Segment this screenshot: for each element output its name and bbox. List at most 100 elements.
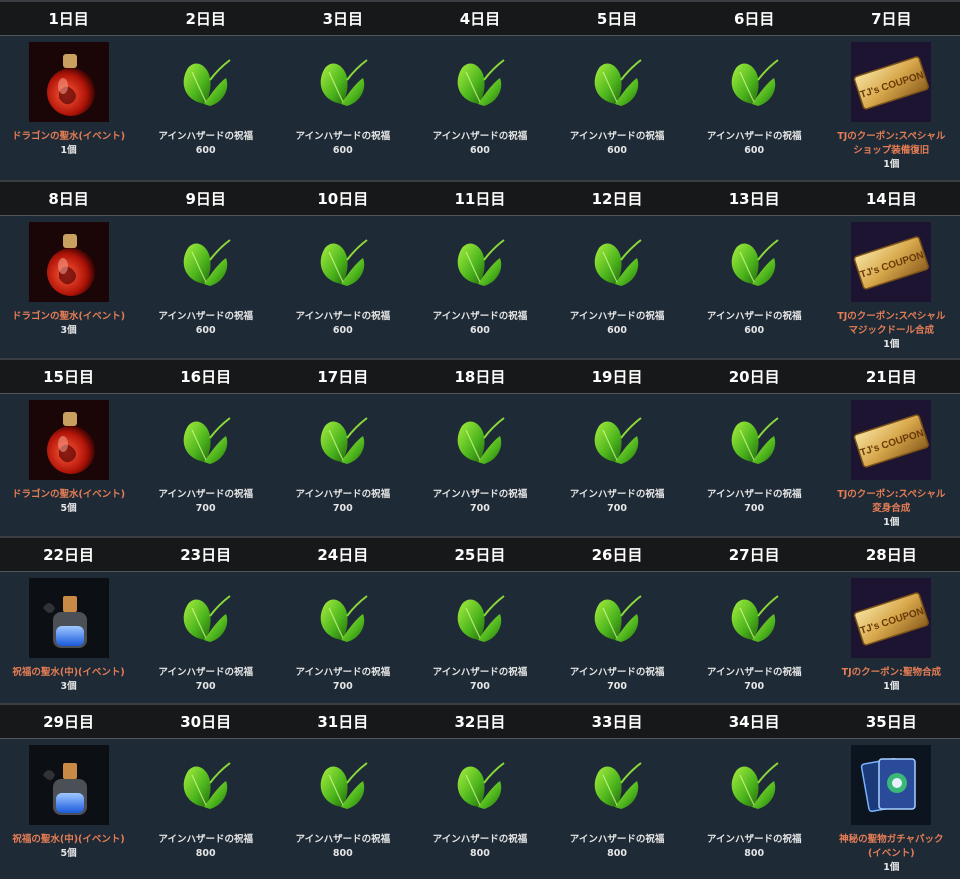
leaf-icon (166, 42, 246, 122)
reward-cell[interactable]: アインハザードの祝福 800 (686, 739, 823, 879)
reward-cell[interactable]: TJ's COUPON TJのクーポン:スペシャル 変身合成 1個 (823, 394, 960, 536)
reward-cell[interactable]: アインハザードの祝福 800 (137, 739, 274, 879)
day-label: 26日目 (591, 546, 643, 564)
reward-cell[interactable]: アインハザードの祝福 700 (274, 394, 411, 536)
card-pack-icon (851, 745, 932, 825)
coupon-icon: TJ's COUPON (851, 400, 932, 480)
leaf-icon (714, 745, 794, 825)
reward-cell[interactable]: TJ's COUPON TJのクーポン:聖物合成 1個 (823, 572, 960, 703)
reward-item-name-line: TJのクーポン:スペシャル (837, 311, 946, 322)
reward-item-name: アインハザードの祝福 (158, 311, 253, 322)
day-label: 27日目 (728, 546, 780, 564)
reward-quantity: 600 (607, 145, 627, 156)
day-label: 31日目 (317, 713, 369, 731)
reward-cell[interactable]: アインハザードの祝福 700 (411, 394, 548, 536)
coupon-icon: TJ's COUPON (851, 578, 932, 658)
reward-cell[interactable]: アインハザードの祝福 700 (137, 572, 274, 703)
login-bonus-calendar: 1日目 2日目 3日目 4日目 5日目 6日目 7日目 ドラゴンの聖水(イベント) 1個 アイ… (0, 0, 960, 879)
day-label: 11日目 (454, 190, 506, 208)
reward-quantity: 800 (332, 848, 353, 859)
reward-cell[interactable]: アインハザードの祝福 600 (274, 216, 411, 358)
reward-item-name: アインハザードの祝福 (706, 834, 802, 845)
day-label: 19日目 (591, 368, 643, 386)
reward-cell[interactable]: アインハザードの祝福 600 (686, 36, 823, 180)
reward-item-name-line: マジックドール合成 (848, 325, 935, 336)
leaf-icon (577, 400, 657, 480)
reward-row: ドラゴンの聖水(イベント) 3個 アインハザードの祝福 600 アインハザードの祝福… (0, 216, 960, 358)
leaf-icon (166, 400, 246, 480)
reward-cell[interactable]: アインハザードの祝福 700 (274, 572, 411, 703)
reward-item-name: アインハザードの祝福 (706, 131, 802, 142)
day-label: 16日目 (180, 368, 232, 386)
leaf-icon (303, 400, 383, 480)
week-block: 29日目 30日目 31日目 32日目 33日目 34日目 35日目 祝福の聖水(中)(イベ… (0, 703, 960, 879)
day-label: 24日目 (317, 546, 369, 564)
day-label: 14日目 (865, 190, 917, 208)
reward-cell[interactable]: アインハザードの祝福 700 (411, 572, 548, 703)
reward-cell[interactable]: アインハザードの祝福 600 (137, 216, 274, 358)
reward-item-name: アインハザードの祝福 (158, 489, 253, 500)
blessed-holy-water-icon (28, 578, 109, 658)
leaf-icon (440, 222, 520, 302)
reward-cell[interactable]: TJ's COUPON TJのクーポン:スペシャル マジックドール合成 1個 (823, 216, 960, 358)
reward-item-name: アインハザードの祝福 (569, 834, 665, 845)
leaf-icon (577, 578, 657, 658)
reward-quantity: 600 (744, 325, 765, 336)
day-label: 22日目 (43, 546, 94, 564)
reward-cell[interactable]: TJ's COUPON TJのクーポン:スペシャル ショップ装備復旧 1個 (823, 36, 960, 180)
reward-cell[interactable]: ドラゴンの聖水(イベント) 5個 (0, 394, 137, 536)
reward-cell[interactable]: アインハザードの祝福 700 (686, 572, 823, 703)
reward-cell[interactable]: アインハザードの祝福 600 (549, 36, 686, 180)
reward-cell[interactable]: アインハザードの祝福 700 (549, 394, 686, 536)
day-label: 29日目 (43, 713, 94, 731)
blessed-holy-water-icon (28, 745, 109, 825)
leaf-icon (577, 745, 657, 825)
day-label: 4日目 (459, 10, 501, 28)
day-header-row: 29日目 30日目 31日目 32日目 33日目 34日目 35日目 (0, 703, 960, 739)
coupon-icon: TJ's COUPON (851, 42, 932, 122)
reward-item-name: TJのクーポン:スペシャル 変身合成 (837, 488, 945, 516)
reward-quantity: 1個 (883, 681, 900, 692)
reward-cell[interactable]: アインハザードの祝福 800 (549, 739, 686, 879)
reward-cell[interactable]: アインハザードの祝福 600 (686, 216, 823, 358)
reward-quantity: 800 (470, 848, 490, 859)
reward-item-name: ドラゴンの聖水(イベント) (11, 311, 126, 322)
reward-quantity: 600 (470, 145, 490, 156)
day-header-row: 22日目 23日目 24日目 25日目 26日目 27日目 28日目 (0, 536, 960, 572)
week-block: 1日目 2日目 3日目 4日目 5日目 6日目 7日目 ドラゴンの聖水(イベント) 1個 アイ… (0, 0, 960, 180)
week-block: 15日目 16日目 17日目 18日目 19日目 20日目 21日目 ドラゴンの聖水(イベン… (0, 358, 960, 536)
leaf-icon (714, 42, 794, 122)
reward-quantity: 600 (470, 325, 490, 336)
reward-cell[interactable]: アインハザードの祝福 600 (274, 36, 411, 180)
reward-cell[interactable]: ドラゴンの聖水(イベント) 1個 (0, 36, 137, 180)
reward-row: ドラゴンの聖水(イベント) 1個 アインハザードの祝福 600 アインハザードの祝福… (0, 36, 960, 180)
reward-cell[interactable]: アインハザードの祝福 600 (411, 216, 548, 358)
reward-quantity: 600 (332, 325, 353, 336)
reward-cell[interactable]: ドラゴンの聖水(イベント) 3個 (0, 216, 137, 358)
leaf-icon (166, 222, 246, 302)
dragon-holy-water-icon (28, 222, 109, 302)
day-label: 8日目 (48, 190, 89, 208)
reward-quantity: 700 (195, 503, 216, 514)
reward-quantity: 700 (332, 503, 353, 514)
leaf-icon (714, 222, 794, 302)
reward-item-name-line: ショップ装備復旧 (853, 145, 930, 156)
reward-cell[interactable]: アインハザードの祝福 700 (549, 572, 686, 703)
reward-cell[interactable]: 神秘の聖物ガチャパック (イベント) 1個 (823, 739, 960, 879)
reward-cell[interactable]: 祝福の聖水(中)(イベント) 5個 (0, 739, 137, 879)
reward-cell[interactable]: アインハザードの祝福 700 (137, 394, 274, 536)
reward-quantity: 1個 (883, 159, 900, 170)
reward-item-name: ドラゴンの聖水(イベント) (11, 489, 126, 500)
reward-item-name-line: 変身合成 (872, 503, 911, 514)
reward-cell[interactable]: アインハザードの祝福 600 (411, 36, 548, 180)
reward-item-name: アインハザードの祝福 (295, 311, 391, 322)
reward-row: 祝福の聖水(中)(イベント) 3個 アインハザードの祝福 700 アインハザードの祝… (0, 572, 960, 703)
reward-cell[interactable]: アインハザードの祝福 700 (686, 394, 823, 536)
day-label: 32日目 (454, 713, 506, 731)
reward-cell[interactable]: アインハザードの祝福 600 (137, 36, 274, 180)
reward-cell[interactable]: アインハザードの祝福 800 (411, 739, 548, 879)
reward-cell[interactable]: 祝福の聖水(中)(イベント) 3個 (0, 572, 137, 703)
day-label: 6日目 (733, 10, 775, 28)
reward-cell[interactable]: アインハザードの祝福 600 (549, 216, 686, 358)
reward-cell[interactable]: アインハザードの祝福 800 (274, 739, 411, 879)
